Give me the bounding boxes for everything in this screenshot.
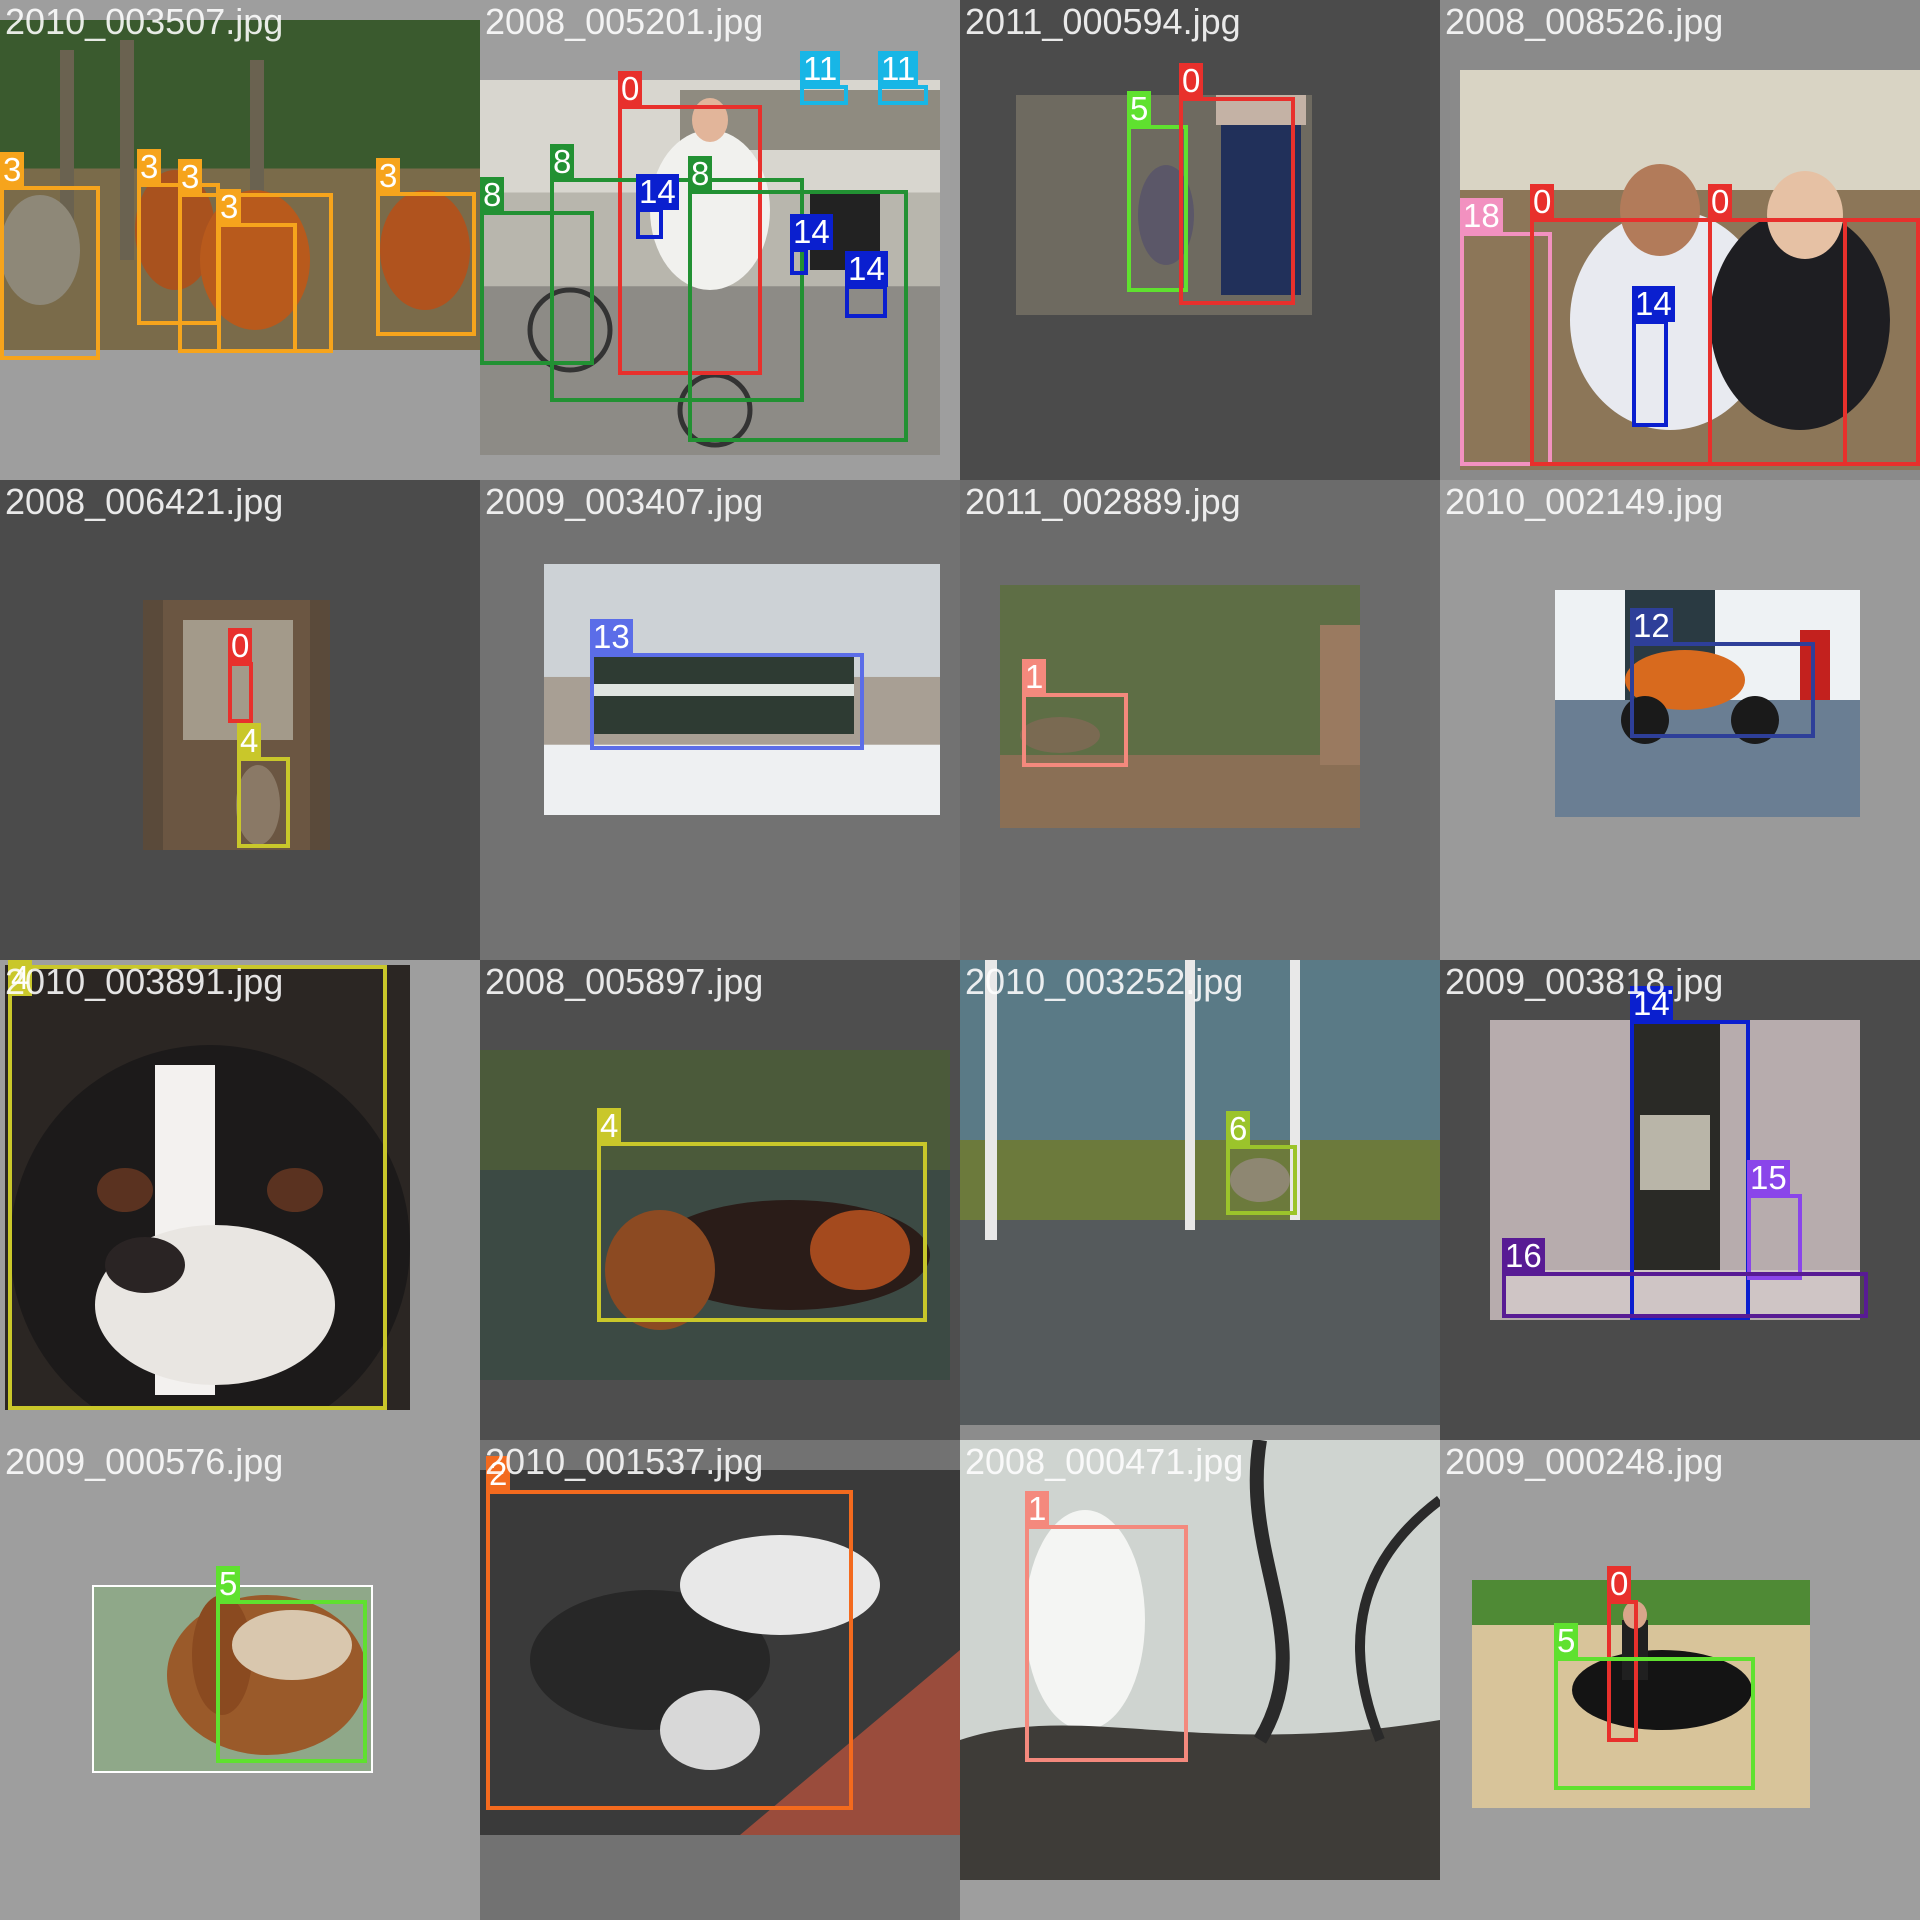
bounding-box [597, 1142, 927, 1322]
bounding-box [845, 285, 887, 318]
mosaic-tile: 5 0 2011_000594.jpg [960, 0, 1440, 480]
bounding-box [217, 223, 297, 353]
box-class-label: 5 [1127, 91, 1152, 127]
box-class-label: 2 [486, 1456, 511, 1492]
photo-content [960, 960, 1440, 1425]
bounding-box [1025, 1525, 1188, 1762]
box-class-label: 5 [1554, 1623, 1579, 1659]
bounding-box [8, 965, 387, 1410]
box-class-label: 14 [636, 174, 679, 210]
mosaic-tile: 3 3 3 3 3 2010_003507.jpg [0, 0, 480, 480]
bounding-box [636, 208, 663, 239]
box-class-label: 8 [688, 156, 713, 192]
bounding-box [1632, 320, 1668, 427]
mosaic-tile: 4 2008_005897.jpg [480, 960, 960, 1440]
mosaic-tile: 14 15 16 2009_003818.jpg [1440, 960, 1920, 1440]
box-class-label: 12 [1630, 608, 1673, 644]
mosaic-tile: 13 2009_003407.jpg [480, 480, 960, 960]
bounding-box [1630, 642, 1815, 738]
box-class-label: 14 [1632, 286, 1675, 322]
box-class-label: 3 [0, 152, 25, 188]
box-class-label: 15 [1747, 1160, 1790, 1196]
bounding-box [228, 662, 253, 723]
mosaic-tile: 1 2008_000471.jpg [960, 1440, 1440, 1920]
bounding-box [590, 653, 864, 750]
bounding-box [1708, 218, 1920, 466]
box-class-label: 3 [376, 158, 401, 194]
box-class-label: 16 [1502, 1238, 1545, 1274]
mosaic-tile: 18 0 0 14 2008_008526.jpg [1440, 0, 1920, 480]
box-class-label: 4 [237, 723, 262, 759]
box-class-label: 1 [1025, 1491, 1050, 1527]
box-class-label: 1 [1022, 659, 1047, 695]
bounding-box [0, 186, 100, 360]
box-class-label: 0 [1530, 184, 1555, 220]
bounding-box [1747, 1194, 1802, 1280]
bounding-box [216, 1600, 367, 1763]
mosaic-tile: 0 11 11 8 8 8 14 14 14 2008_005201.jpg [480, 0, 960, 480]
mosaic-tile: 0 5 2009_000248.jpg [1440, 1440, 1920, 1920]
bounding-box [1022, 693, 1128, 767]
box-class-label: 14 [1630, 986, 1673, 1022]
bounding-box [1226, 1145, 1297, 1215]
mosaic-tile: 12 2010_002149.jpg [1440, 480, 1920, 960]
mosaic-tile: 4 2010_003891.jpg [0, 960, 480, 1440]
box-class-label: 3 [217, 189, 242, 225]
mosaic-tile: 5 2009_000576.jpg [0, 1440, 480, 1920]
box-class-label: 11 [800, 51, 841, 87]
box-class-label: 0 [1607, 1566, 1632, 1602]
box-class-label: 4 [597, 1108, 622, 1144]
box-class-label: 0 [618, 71, 643, 107]
mosaic-tile: 0 4 2008_006421.jpg [0, 480, 480, 960]
bounding-box [878, 85, 928, 105]
box-class-label: 5 [216, 1566, 241, 1602]
mosaic-tile: 1 2011_002889.jpg [960, 480, 1440, 960]
detection-mosaic: 3 3 3 3 3 2010_003507.jpg 0 11 11 8 8 8 14 14 14 2008_0… [0, 0, 1920, 1920]
box-class-label: 14 [790, 214, 833, 250]
bounding-box [237, 757, 290, 848]
bounding-box [486, 1490, 853, 1810]
box-class-label: 11 [878, 51, 919, 87]
box-class-label: 6 [1226, 1111, 1251, 1147]
bounding-box [800, 85, 848, 105]
bounding-box [1179, 97, 1295, 305]
bounding-box [790, 248, 808, 275]
bounding-box [1502, 1272, 1868, 1318]
box-class-label: 4 [8, 960, 33, 996]
box-class-label: 3 [137, 149, 162, 185]
bounding-box [1554, 1657, 1755, 1790]
box-class-label: 14 [845, 251, 888, 287]
mosaic-tile: 6 2010_003252.jpg [960, 960, 1440, 1440]
box-class-label: 0 [1179, 63, 1204, 99]
mosaic-tile: 2 2010_001537.jpg [480, 1440, 960, 1920]
bounding-box [376, 192, 476, 336]
box-class-label: 0 [228, 628, 253, 664]
box-class-label: 18 [1460, 198, 1503, 234]
tile-photo [960, 960, 1440, 1425]
box-class-label: 8 [480, 177, 505, 213]
box-class-label: 3 [178, 159, 203, 195]
box-class-label: 0 [1708, 184, 1733, 220]
box-class-label: 13 [590, 619, 633, 655]
box-class-label: 8 [550, 144, 575, 180]
